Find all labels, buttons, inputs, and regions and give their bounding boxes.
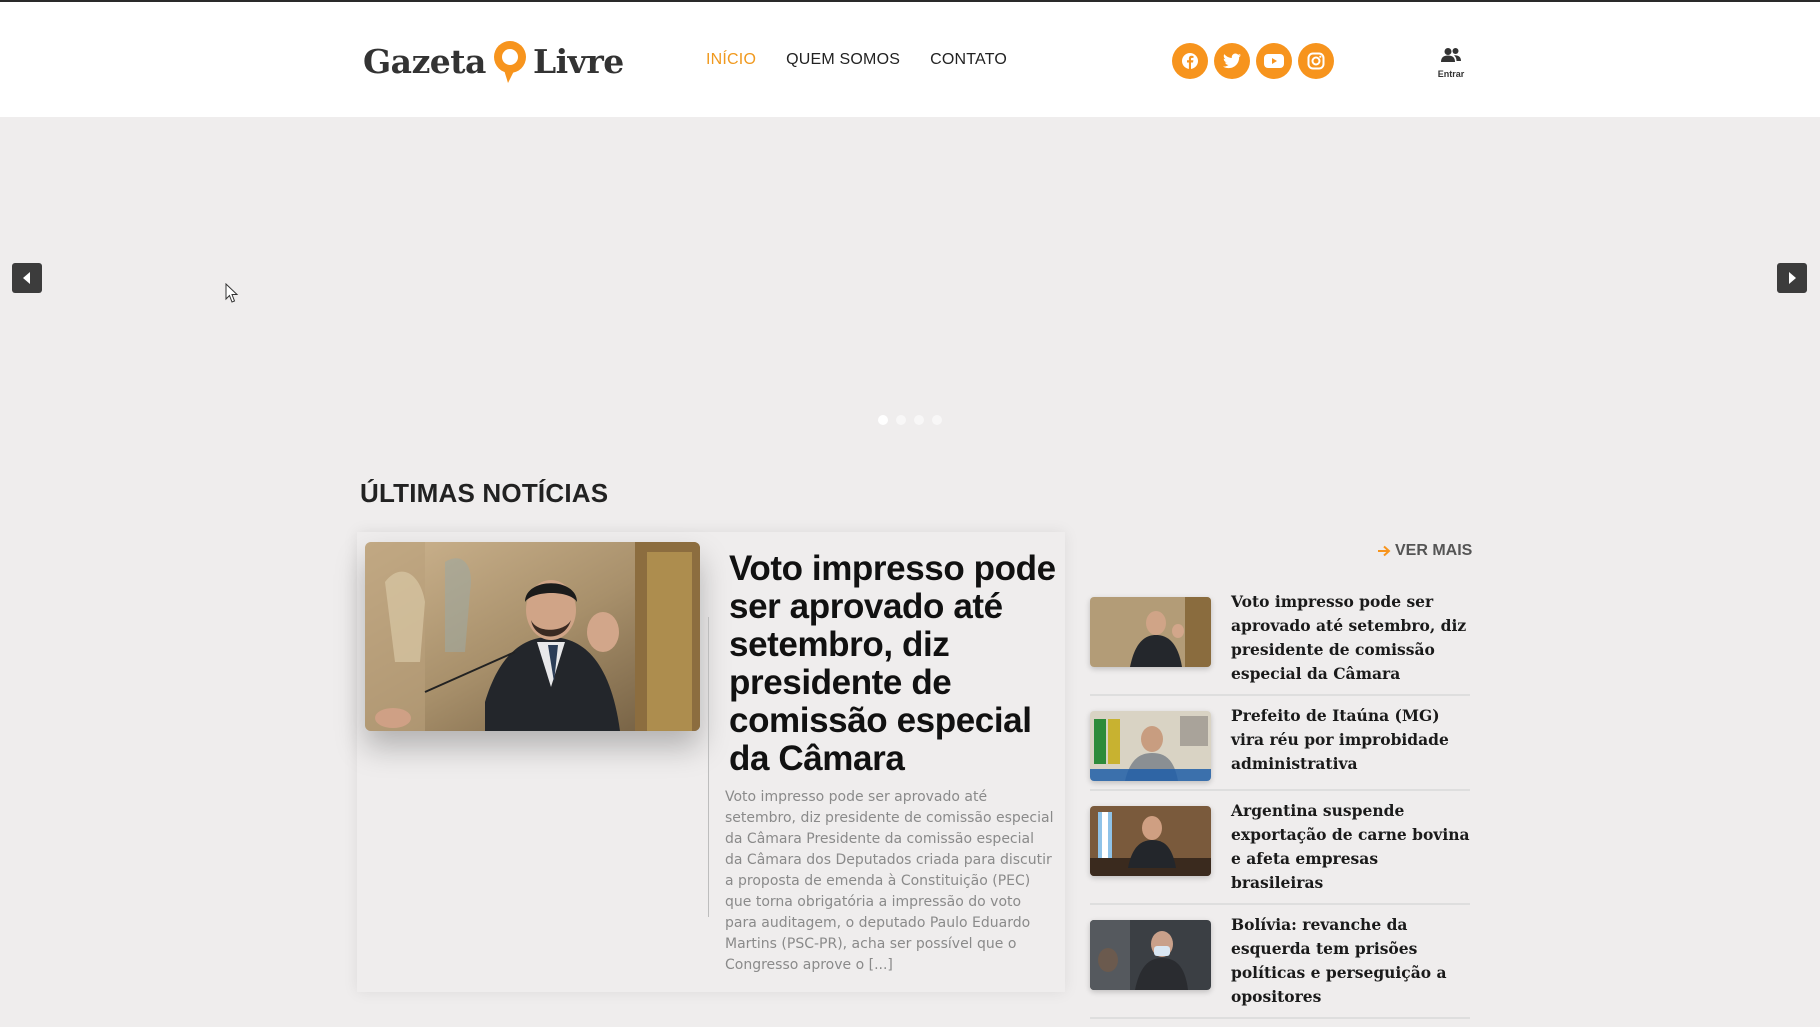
logo-mark-icon	[490, 38, 530, 84]
ver-mais-label: VER MAIS	[1395, 542, 1473, 559]
instagram-icon[interactable]	[1298, 43, 1334, 79]
list-item[interactable]: Prefeito de Itaúna (MG) vira réu por imp…	[1090, 704, 1470, 791]
slider-dot[interactable]	[914, 415, 924, 425]
news-thumbnail[interactable]	[1090, 920, 1211, 990]
nav-item-contato[interactable]: CONTATO	[930, 51, 1007, 69]
section-title: ÚLTIMAS NOTÍCIAS	[360, 478, 609, 508]
arrow-right-icon	[1789, 272, 1796, 284]
news-title[interactable]: Argentina suspende exportação de carne b…	[1231, 799, 1470, 895]
list-item[interactable]: Voto impresso pode ser aprovado até sete…	[1090, 590, 1470, 696]
logo-text-right: Livre	[532, 41, 624, 81]
featured-divider	[708, 617, 709, 917]
slider-prev-button[interactable]	[12, 263, 42, 293]
news-title[interactable]: Voto impresso pode ser aprovado até sete…	[1231, 590, 1470, 686]
users-icon	[1440, 48, 1462, 67]
login-button[interactable]: Entrar	[1434, 47, 1468, 79]
slider-pagination	[878, 415, 942, 425]
news-thumbnail[interactable]	[1090, 597, 1211, 667]
arrow-right-icon	[1378, 545, 1391, 557]
login-label: Entrar	[1437, 69, 1465, 79]
mouse-cursor-icon	[225, 282, 239, 309]
slider-next-button[interactable]	[1777, 263, 1807, 293]
arrow-left-icon	[23, 272, 30, 284]
news-thumbnail[interactable]	[1090, 711, 1211, 781]
list-item[interactable]: Bolívia: revanche da esquerda tem prisõe…	[1090, 913, 1470, 1019]
slider-dot[interactable]	[878, 415, 888, 425]
site-logo[interactable]: Gazeta Livre	[363, 37, 624, 85]
news-title[interactable]: Prefeito de Itaúna (MG) vira réu por imp…	[1231, 704, 1470, 781]
slider-dot[interactable]	[932, 415, 942, 425]
social-links	[1172, 43, 1334, 79]
list-item[interactable]: Argentina suspende exportação de carne b…	[1090, 799, 1470, 905]
side-news-list: Voto impresso pode ser aprovado até sete…	[1090, 590, 1470, 1027]
featured-article[interactable]: Voto impresso pode ser aprovado até sete…	[357, 532, 1065, 992]
main-nav: INÍCIO QUEM SOMOS CONTATO	[706, 51, 1007, 69]
twitter-icon[interactable]	[1214, 43, 1250, 79]
featured-article-excerpt: Voto impresso pode ser aprovado até sete…	[725, 789, 1054, 973]
news-thumbnail[interactable]	[1090, 806, 1211, 876]
ver-mais-link[interactable]: VER MAIS	[1377, 542, 1472, 560]
news-title[interactable]: Bolívia: revanche da esquerda tem prisõe…	[1231, 913, 1470, 1009]
site-header: Gazeta Livre INÍCIO QUEM SOMOS CONTATO E…	[0, 2, 1820, 117]
nav-item-inicio[interactable]: INÍCIO	[706, 51, 756, 69]
logo-text-left: Gazeta	[363, 41, 486, 81]
featured-article-image[interactable]	[365, 542, 700, 731]
youtube-icon[interactable]	[1256, 43, 1292, 79]
nav-item-quem-somos[interactable]: QUEM SOMOS	[786, 51, 900, 69]
facebook-icon[interactable]	[1172, 43, 1208, 79]
featured-article-title[interactable]: Voto impresso pode ser aprovado até sete…	[729, 550, 1059, 778]
slider-dot[interactable]	[896, 415, 906, 425]
